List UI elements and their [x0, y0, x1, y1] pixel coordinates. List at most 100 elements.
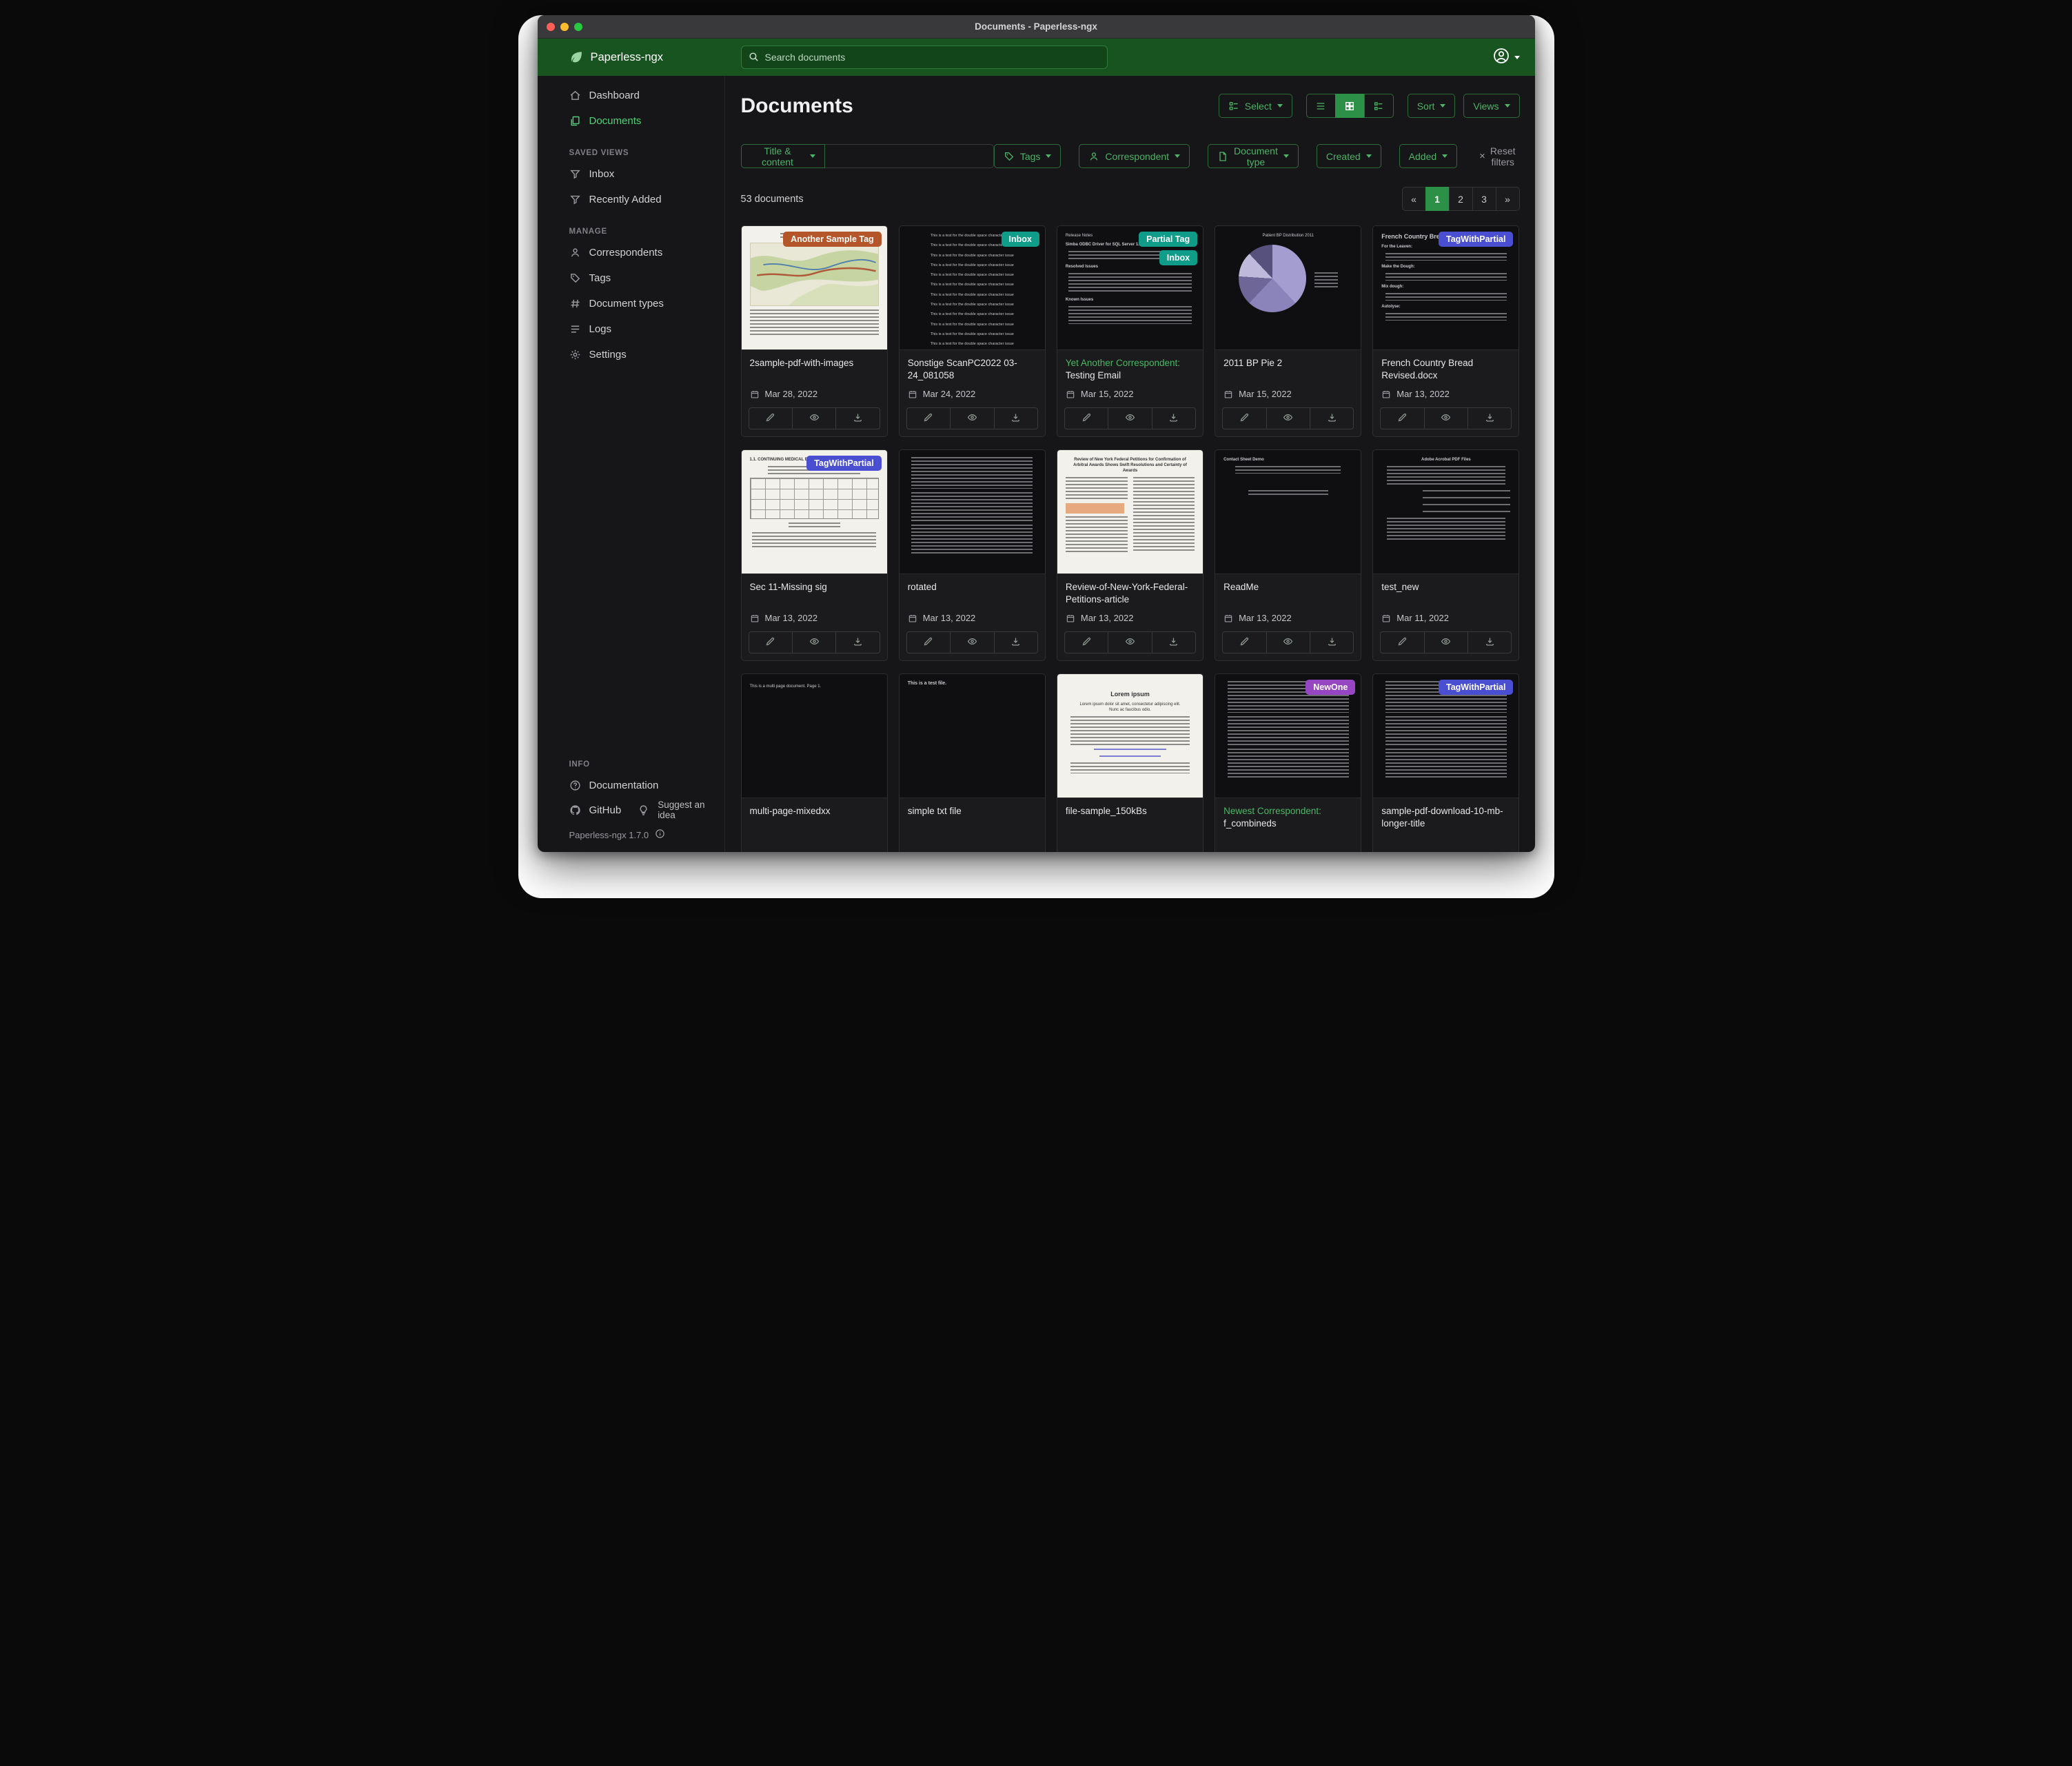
edit-document-button[interactable] — [1065, 408, 1108, 429]
tag-badge[interactable]: TagWithPartial — [806, 456, 881, 471]
document-title[interactable]: multi-page-mixedxx — [750, 805, 879, 833]
edit-document-button[interactable] — [749, 632, 792, 653]
download-document-button[interactable] — [835, 408, 879, 429]
tag-badge[interactable]: Inbox — [1002, 232, 1039, 247]
download-document-button[interactable] — [1152, 408, 1195, 429]
view-document-button[interactable] — [1424, 408, 1467, 429]
document-thumbnail[interactable]: Lorem ipsumLorem ipsum dolor sit amet, c… — [1057, 674, 1203, 798]
sidebar-item-documentation[interactable]: Documentation — [569, 773, 715, 798]
select-button[interactable]: Select — [1219, 94, 1292, 118]
tag-badge[interactable]: Another Sample Tag — [783, 232, 882, 247]
document-thumbnail[interactable]: Patient BP Distribution 2011 — [1215, 226, 1361, 350]
document-thumbnail[interactable]: TagWithPartial — [1373, 674, 1519, 798]
document-thumbnail[interactable]: This is a test file. — [900, 674, 1045, 798]
pagination-page-2[interactable]: 2 — [1449, 187, 1473, 211]
pagination-page-3[interactable]: 3 — [1472, 187, 1496, 211]
brand[interactable]: Paperless-ngx — [538, 50, 725, 65]
document-title[interactable]: 2011 BP Pie 2 — [1223, 357, 1352, 385]
sidebar-item-suggest-idea[interactable]: Suggest an idea — [638, 798, 714, 822]
tag-badge[interactable]: TagWithPartial — [1439, 680, 1513, 695]
edit-document-button[interactable] — [1223, 408, 1266, 429]
list-view-button[interactable] — [1306, 94, 1336, 118]
document-thumbnail[interactable]: TagWithPartial French Country BreadFor t… — [1373, 226, 1519, 350]
document-title[interactable]: file-sample_150kBs — [1066, 805, 1195, 833]
added-filter-button[interactable]: Added — [1399, 144, 1457, 168]
edit-document-button[interactable] — [1223, 632, 1266, 653]
sidebar-item-logs[interactable]: Logs — [569, 316, 715, 342]
sidebar-item-inbox[interactable]: Inbox — [569, 161, 715, 187]
document-thumbnail[interactable]: Another Sample Tag — [742, 226, 887, 350]
view-document-button[interactable] — [950, 632, 993, 653]
document-thumbnail[interactable]: Adobe Acrobat PDF Files — [1373, 450, 1519, 574]
views-button[interactable]: Views — [1463, 94, 1519, 118]
title-content-dropdown[interactable]: Title & content — [741, 144, 826, 168]
document-thumbnail[interactable]: Partial TagInbox Release NotesSimba ODBC… — [1057, 226, 1203, 350]
download-document-button[interactable] — [1310, 632, 1353, 653]
download-document-button[interactable] — [994, 632, 1037, 653]
download-document-button[interactable] — [835, 632, 879, 653]
view-document-button[interactable] — [1108, 408, 1151, 429]
document-thumbnail[interactable]: This is a multi page document. Page 1. — [742, 674, 887, 798]
document-title[interactable]: rotated — [908, 581, 1037, 609]
document-title[interactable]: Review-of-New-York-Federal-Petitions-art… — [1066, 581, 1195, 609]
info-icon[interactable] — [655, 829, 665, 841]
document-thumbnail[interactable]: Review of New York Federal Petitions for… — [1057, 450, 1203, 574]
sidebar-item-dashboard[interactable]: Dashboard — [569, 83, 715, 108]
view-document-button[interactable] — [1424, 632, 1467, 653]
sidebar-item-documents[interactable]: Documents — [569, 108, 715, 134]
document-title[interactable]: Sonstige ScanPC2022 03-24_081058 — [908, 357, 1037, 385]
edit-document-button[interactable] — [907, 408, 950, 429]
document-correspondent[interactable]: Yet Another Correspondent: — [1066, 358, 1180, 368]
view-document-button[interactable] — [1266, 632, 1310, 653]
search-input[interactable] — [741, 45, 1108, 69]
edit-document-button[interactable] — [1381, 632, 1423, 653]
edit-document-button[interactable] — [907, 632, 950, 653]
download-document-button[interactable] — [1310, 408, 1353, 429]
download-document-button[interactable] — [994, 408, 1037, 429]
document-title[interactable]: test_new — [1381, 581, 1510, 609]
view-document-button[interactable] — [1108, 632, 1151, 653]
document-title[interactable]: French Country Bread Revised.docx — [1381, 357, 1510, 385]
tag-badge[interactable]: Inbox — [1159, 250, 1197, 265]
view-document-button[interactable] — [1266, 408, 1310, 429]
grid-view-button[interactable] — [1335, 94, 1365, 118]
document-title[interactable]: simple txt file — [908, 805, 1037, 833]
edit-document-button[interactable] — [749, 408, 792, 429]
download-document-button[interactable] — [1467, 632, 1511, 653]
tag-badge[interactable]: Partial Tag — [1139, 232, 1197, 247]
view-document-button[interactable] — [950, 408, 993, 429]
tag-badge[interactable]: NewOne — [1306, 680, 1355, 695]
filter-query-input[interactable] — [825, 144, 993, 168]
document-type-filter-button[interactable]: Document type — [1208, 144, 1299, 168]
view-document-button[interactable] — [792, 632, 835, 653]
user-menu[interactable] — [1493, 48, 1535, 68]
document-title[interactable]: ReadMe — [1223, 581, 1352, 609]
document-title[interactable]: 2sample-pdf-with-images — [750, 357, 879, 385]
download-document-button[interactable] — [1467, 408, 1511, 429]
edit-document-button[interactable] — [1381, 408, 1423, 429]
detail-view-button[interactable] — [1364, 94, 1394, 118]
correspondent-filter-button[interactable]: Correspondent — [1079, 144, 1190, 168]
document-title[interactable]: Yet Another Correspondent: Testing Email — [1066, 357, 1195, 385]
document-thumbnail[interactable]: NewOne — [1215, 674, 1361, 798]
tag-badge[interactable]: TagWithPartial — [1439, 232, 1513, 247]
created-filter-button[interactable]: Created — [1317, 144, 1381, 168]
edit-document-button[interactable] — [1065, 632, 1108, 653]
sidebar-item-github[interactable]: GitHub — [569, 798, 622, 822]
pagination-next-button[interactable]: » — [1496, 187, 1520, 211]
document-thumbnail[interactable]: Inbox This is a test for the double spac… — [900, 226, 1045, 350]
pagination-prev-button[interactable]: « — [1402, 187, 1426, 211]
document-title[interactable]: Sec 11-Missing sig — [750, 581, 879, 609]
document-thumbnail[interactable] — [900, 450, 1045, 574]
sidebar-item-settings[interactable]: Settings — [569, 342, 715, 367]
document-thumbnail[interactable]: Contact Sheet Demo — [1215, 450, 1361, 574]
sort-button[interactable]: Sort — [1408, 94, 1456, 118]
document-title[interactable]: sample-pdf-download-10-mb-longer-title — [1381, 805, 1510, 833]
tags-filter-button[interactable]: Tags — [994, 144, 1062, 168]
document-thumbnail[interactable]: TagWithPartial 1.1. CONTINUING MEDICAL E… — [742, 450, 887, 574]
download-document-button[interactable] — [1152, 632, 1195, 653]
reset-filters-button[interactable]: × Reset filters — [1475, 145, 1519, 168]
document-correspondent[interactable]: Newest Correspondent: — [1223, 806, 1321, 816]
view-document-button[interactable] — [792, 408, 835, 429]
sidebar-item-recently-added[interactable]: Recently Added — [569, 187, 715, 212]
